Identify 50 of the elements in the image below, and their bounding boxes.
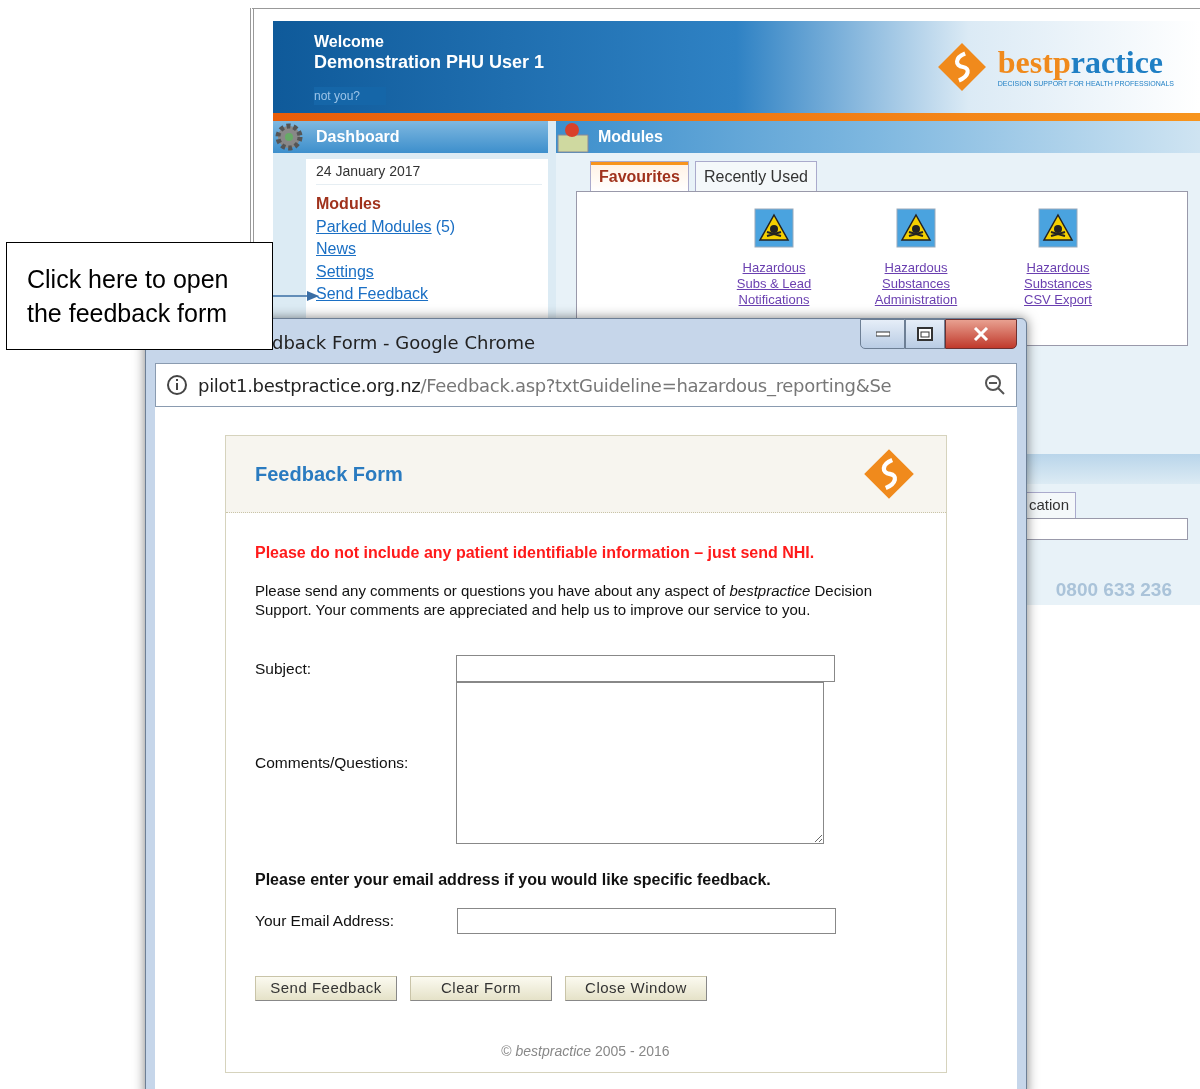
- sidebar-link[interactable]: News: [316, 238, 356, 261]
- module-link[interactable]: Hazardous Substances CSV Export: [1024, 260, 1092, 308]
- minimize-icon: [875, 331, 890, 337]
- module-link[interactable]: Hazardous Substances Administration: [874, 260, 958, 308]
- close-button[interactable]: [945, 319, 1017, 349]
- email-prompt: Please enter your email address if you would like specific feedback.: [255, 870, 772, 890]
- date-text: 24 January 2017: [316, 162, 421, 181]
- tab[interactable]: Recently Used: [694, 161, 817, 191]
- comments-field[interactable]: [456, 682, 824, 844]
- window-title: dback Form - Google Chrome: [272, 331, 535, 355]
- hazard-warning-icon: [754, 208, 794, 248]
- panel-title: Modules: [598, 127, 663, 147]
- tab[interactable]: Favourites: [590, 161, 689, 191]
- subject-field[interactable]: [456, 655, 835, 682]
- hazard-warning-icon: [1038, 208, 1078, 248]
- field-label: Subject:: [255, 658, 312, 679]
- sidebar-link[interactable]: Send Feedback: [316, 283, 429, 306]
- panel-title: Dashboard: [316, 127, 400, 147]
- sidebar-link[interactable]: Settings: [316, 260, 374, 283]
- info-icon: [166, 374, 188, 396]
- count-text: (5): [435, 216, 456, 237]
- url-text: pilot1.bestpractice.org.nz/Feedback.asp?txtGuideline=hazardous_reporting&Se: [198, 373, 892, 399]
- intro-text: Please send any comments or questions you have about any aspect of bestpractice Decision Support. Your comments are appreciated and help us to improve our service to you.: [255, 581, 874, 619]
- sidebar-link[interactable]: Parked Modules: [316, 215, 432, 238]
- field-label: Your Email Address:: [255, 911, 395, 932]
- map-pin-icon: [556, 121, 590, 153]
- form-title: Feedback Form: [255, 462, 403, 487]
- welcome-text: Welcome: [314, 33, 385, 51]
- phone-number: 0800 633 236: [1055, 578, 1172, 602]
- logo-icon: [862, 447, 916, 501]
- user-name: Demonstration PHU User 1: [314, 51, 545, 73]
- copyright-text: © bestpractice 2005 - 2016: [501, 1042, 670, 1061]
- logo-wordmark: bestpractice: [997, 44, 1165, 79]
- close-icon: [973, 327, 989, 341]
- email-field[interactable]: [457, 908, 836, 934]
- maximize-button[interactable]: [905, 319, 945, 349]
- form-button[interactable]: Clear Form: [410, 976, 552, 1001]
- form-button[interactable]: Close Window: [565, 976, 707, 1001]
- callout-box: Click here to open the feedback form: [6, 242, 273, 350]
- module-link[interactable]: Hazardous Subs & Lead Notifications: [736, 260, 812, 308]
- restore-icon: [917, 327, 933, 341]
- callout-arrow: [273, 290, 319, 302]
- gear-icon: [273, 121, 305, 153]
- section-heading: Modules: [316, 194, 382, 214]
- warning-text: Please do not include any patient identifiable information – just send NHI.: [255, 543, 816, 563]
- hazard-warning-icon: [896, 208, 936, 248]
- field-label: Comments/Questions:: [255, 753, 410, 774]
- address-bar[interactable]: pilot1.bestpractice.org.nz/Feedback.asp?txtGuideline=hazardous_reporting&Se: [155, 363, 1017, 407]
- form-button[interactable]: Send Feedback: [255, 976, 397, 1001]
- zoom-out-icon: [984, 374, 1006, 396]
